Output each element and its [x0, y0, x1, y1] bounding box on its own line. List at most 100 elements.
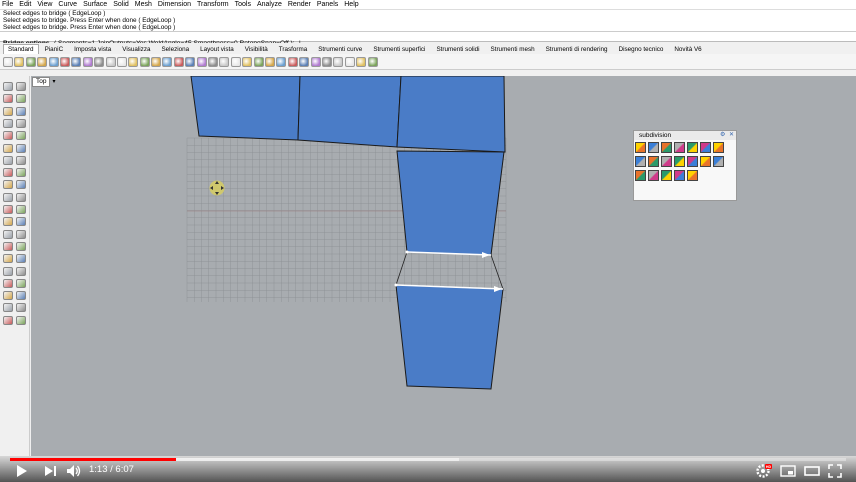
properties-icon[interactable]: [264, 56, 275, 67]
menu-item-help[interactable]: Help: [344, 0, 358, 10]
menu-item-edit[interactable]: Edit: [19, 0, 31, 10]
menu-item-analyze[interactable]: Analyze: [257, 0, 282, 10]
explode-tool-icon[interactable]: [16, 229, 26, 239]
environment-icon[interactable]: [333, 56, 344, 67]
surface-top-left[interactable]: [190, 76, 301, 141]
menu-item-tools[interactable]: Tools: [235, 0, 251, 10]
subd-tool-icon[interactable]: [674, 170, 685, 181]
fullscreen-icon[interactable]: [828, 464, 842, 478]
misc-tool-icon[interactable]: [16, 315, 26, 325]
subd-tool-icon[interactable]: [674, 142, 685, 153]
subd-tool-icon[interactable]: [713, 142, 724, 153]
volume-icon[interactable]: [66, 464, 82, 478]
grid-snap-icon[interactable]: [208, 56, 219, 67]
dimension-tool-icon[interactable]: [16, 241, 26, 251]
subd-tool-icon[interactable]: [687, 156, 698, 167]
paste-icon[interactable]: [82, 56, 93, 67]
hatch-tool-icon[interactable]: [3, 254, 13, 264]
rectangle-tool-icon[interactable]: [16, 106, 26, 116]
subd-tool-icon[interactable]: [635, 142, 646, 153]
subd-tool-icon[interactable]: [674, 156, 685, 167]
viewport-menu-dropdown-icon[interactable]: ▾: [50, 77, 58, 87]
mirror-tool-icon[interactable]: [3, 205, 13, 214]
rendered-view-icon[interactable]: [310, 56, 321, 67]
select-all-icon[interactable]: [219, 56, 230, 67]
four-viewports-icon[interactable]: [196, 56, 207, 67]
menu-item-panels[interactable]: Panels: [317, 0, 338, 10]
move-tool-icon[interactable]: [3, 180, 13, 190]
tab-imposta-vista[interactable]: Imposta vista: [69, 44, 116, 54]
new-icon[interactable]: [3, 56, 13, 67]
subd-tool-icon[interactable]: [648, 142, 659, 153]
subd-tool-icon[interactable]: [713, 156, 724, 167]
subd-tool-icon[interactable]: [648, 156, 659, 167]
tab-strumenti-solidi[interactable]: Strumenti solidi: [431, 44, 484, 54]
polyline-tool-icon[interactable]: [3, 94, 13, 104]
edit-tool-icon[interactable]: [3, 315, 13, 325]
menu-item-file[interactable]: File: [2, 0, 13, 10]
shade-icon[interactable]: [287, 56, 298, 67]
properties-tool-icon[interactable]: [3, 266, 13, 276]
subd-tool-icon[interactable]: [635, 170, 646, 181]
circle-tool-icon[interactable]: [3, 106, 13, 116]
layer-icon[interactable]: [253, 56, 264, 67]
tab-visibilita[interactable]: Visibilità: [240, 44, 273, 54]
menu-item-render[interactable]: Render: [288, 0, 311, 10]
subd-tool-icon[interactable]: [661, 142, 672, 153]
render-tool-icon[interactable]: [16, 291, 26, 301]
zoom-icon[interactable]: [139, 56, 150, 67]
panel-close-icon[interactable]: ✕: [729, 131, 734, 140]
mesh-tool-icon[interactable]: [3, 168, 13, 178]
surface-upper-strip[interactable]: [396, 150, 505, 256]
snap-tool-icon[interactable]: [16, 266, 26, 276]
tab-layout-vista[interactable]: Layout vista: [195, 44, 239, 54]
surface-lower-strip[interactable]: [395, 284, 504, 390]
texture-icon[interactable]: [344, 56, 355, 67]
point-icon[interactable]: [230, 56, 241, 67]
point-tool-icon[interactable]: [16, 82, 26, 91]
tab-strumenti-superfici[interactable]: Strumenti superfici: [368, 44, 430, 54]
surface-top-right[interactable]: [396, 76, 506, 153]
redo-icon[interactable]: [105, 56, 116, 67]
boolean-tool-icon[interactable]: [16, 168, 26, 178]
open-icon[interactable]: [14, 56, 25, 67]
subd-tool-icon[interactable]: [700, 142, 711, 153]
tab-trasforma[interactable]: Trasforma: [274, 44, 312, 54]
history-tool-icon[interactable]: [3, 303, 13, 313]
menu-item-mesh[interactable]: Mesh: [135, 0, 152, 10]
zoom-extents-icon[interactable]: [162, 56, 173, 67]
polygon-tool-icon[interactable]: [3, 131, 13, 141]
split-tool-icon[interactable]: [16, 217, 26, 227]
command-prompt[interactable]: Bridge options ( Segments=1 JoinOutputs=…: [0, 32, 856, 47]
analyze-tool-icon[interactable]: [3, 291, 13, 301]
menu-item-view[interactable]: View: [37, 0, 52, 10]
copy-tool-icon[interactable]: [16, 180, 26, 190]
print-icon[interactable]: [37, 56, 48, 67]
tab-strumenti-mesh[interactable]: Strumenti mesh: [486, 44, 540, 54]
next-video-icon[interactable]: [44, 464, 57, 478]
rotate-tool-icon[interactable]: [3, 192, 13, 202]
menu-item-surface[interactable]: Surface: [83, 0, 107, 10]
scale-tool-icon[interactable]: [16, 192, 26, 202]
text-tool-icon[interactable]: [3, 241, 13, 251]
settings-gear-icon[interactable]: HD: [756, 464, 772, 478]
save-icon[interactable]: [25, 56, 36, 67]
light-icon[interactable]: [276, 56, 287, 67]
tab-seleziona[interactable]: Seleziona: [156, 44, 194, 54]
menu-item-dimension[interactable]: Dimension: [158, 0, 191, 10]
tab-disegno-tecnico[interactable]: Disegno tecnico: [614, 44, 669, 54]
help-icon[interactable]: [367, 56, 378, 67]
tab-pianic[interactable]: PianiC: [40, 44, 69, 54]
menu-item-transform[interactable]: Transform: [197, 0, 229, 10]
pan-icon[interactable]: [116, 56, 127, 67]
subd-tool-icon[interactable]: [648, 170, 659, 181]
tab-standard[interactable]: Standard: [3, 44, 39, 54]
miniplayer-icon[interactable]: [780, 464, 796, 478]
check-tool-icon[interactable]: [16, 303, 26, 313]
render-icon[interactable]: [299, 56, 310, 67]
ellipse-tool-icon[interactable]: [16, 118, 26, 128]
import-icon[interactable]: [48, 56, 59, 67]
arc-tool-icon[interactable]: [3, 118, 13, 128]
subd-tool-icon[interactable]: [661, 170, 672, 181]
copy-icon[interactable]: [71, 56, 82, 67]
